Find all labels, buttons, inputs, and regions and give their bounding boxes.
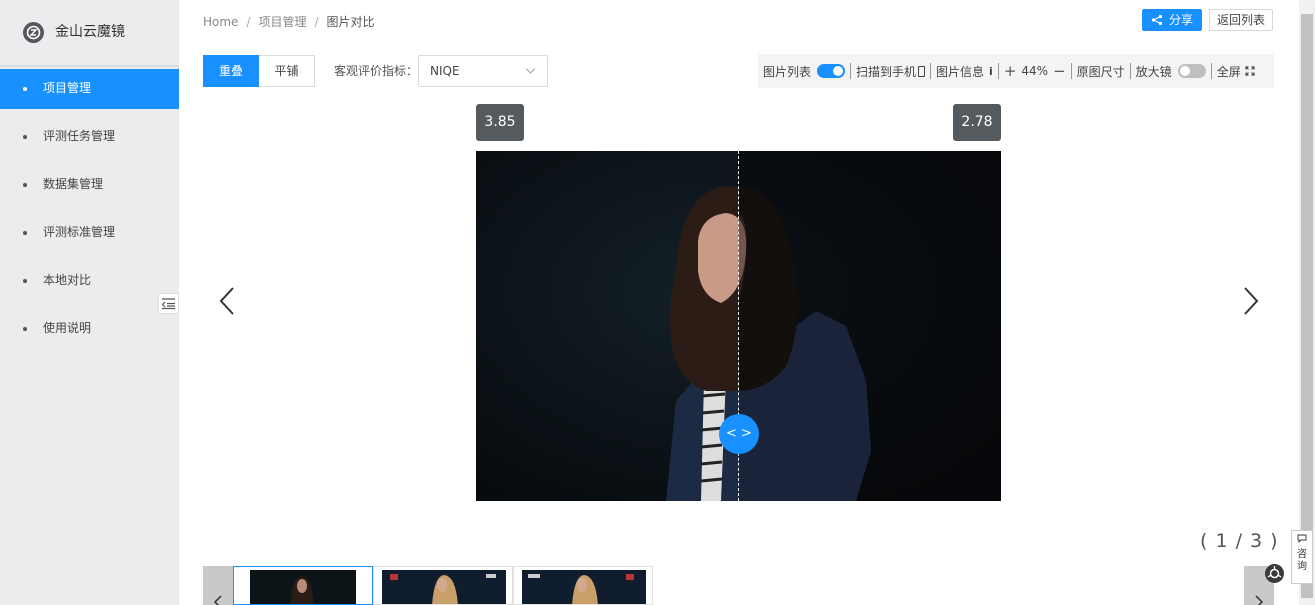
- share-label: 分享: [1169, 13, 1194, 27]
- magnifier-switch[interactable]: [1177, 64, 1206, 78]
- breadcrumb-separator: /: [314, 15, 319, 29]
- sidebar-item-label: 本地对比: [43, 273, 92, 287]
- overlay-mode-button[interactable]: 重叠: [203, 55, 259, 87]
- thumbnail-3[interactable]: [513, 566, 653, 605]
- expand-icon: [1245, 66, 1255, 76]
- magnifier-label: 放大镜: [1135, 64, 1172, 79]
- sidebar-item-local-compare[interactable]: 本地对比: [0, 261, 179, 309]
- logo[interactable]: 金山云魔镜: [0, 0, 179, 66]
- sidebar-item-evaluation-tasks[interactable]: 评测任务管理: [0, 117, 179, 165]
- chevron-down-icon: [525, 68, 536, 74]
- app-root: 金山云魔镜 项目管理 评测任务管理 数据集管理 评测标准管理 本地对比 使用说明…: [0, 0, 1315, 605]
- breadcrumb-projects[interactable]: 项目管理: [258, 15, 306, 29]
- divider: [0, 65, 179, 67]
- split-drag-handle[interactable]: < >: [719, 414, 759, 454]
- share-icon: [1151, 14, 1163, 26]
- chat-icon: [1297, 534, 1307, 544]
- image-info-label: 图片信息: [936, 64, 985, 79]
- bullet-icon: [23, 135, 27, 139]
- metric-label: 客观评价指标：: [334, 64, 419, 78]
- logo-icon: [23, 22, 44, 43]
- thumbnail-image: [250, 570, 356, 604]
- switch-knob: [833, 66, 844, 76]
- original-size-button[interactable]: 原图尺寸: [1072, 54, 1130, 88]
- tile-mode-button[interactable]: 平铺: [259, 55, 315, 87]
- sidebar-item-datasets[interactable]: 数据集管理: [0, 165, 179, 213]
- sidebar-item-label: 数据集管理: [43, 177, 104, 191]
- chevron-left-icon[interactable]: [216, 285, 240, 317]
- right-score-badge: 2.78: [953, 104, 1001, 141]
- sidebar-item-label: 项目管理: [43, 81, 92, 95]
- image-list-switch[interactable]: [817, 64, 846, 78]
- thumbnail-2[interactable]: [373, 566, 513, 605]
- phone-icon: [918, 65, 926, 77]
- bullet-icon: [23, 87, 27, 91]
- compare-mode-toggle: 重叠 平铺: [203, 55, 315, 87]
- image-toolbar: 图片列表 扫描到手机 图片信息 i + 44% − 原图尺寸 放大镜 全屏: [758, 54, 1274, 88]
- zoom-out-button[interactable]: −: [1053, 64, 1066, 79]
- image-info-button[interactable]: 图片信息 i: [931, 54, 998, 88]
- thumbnail-image: [382, 570, 506, 604]
- scan-label: 扫描到手机: [856, 64, 917, 79]
- bullet-icon: [23, 183, 27, 187]
- consult-label: 咨询: [1297, 549, 1307, 572]
- breadcrumb: Home / 项目管理 / 图片对比: [203, 13, 375, 31]
- chevron-left-icon: [213, 595, 222, 605]
- zoom-in-button[interactable]: +: [1004, 64, 1017, 79]
- back-to-list-button[interactable]: 返回列表: [1209, 9, 1273, 31]
- bullet-icon: [23, 231, 27, 235]
- image-list-toggle[interactable]: 图片列表: [758, 54, 850, 88]
- logo-text: 金山云魔镜: [55, 24, 125, 40]
- thumbnail-image: [522, 570, 646, 604]
- metric-value: NIQE: [430, 64, 460, 78]
- thumbnail-1[interactable]: [233, 566, 373, 605]
- menu-collapse-icon[interactable]: [158, 293, 179, 314]
- sidebar-menu: 项目管理 评测任务管理 数据集管理 评测标准管理 本地对比 使用说明: [0, 69, 179, 357]
- consult-button[interactable]: 咨询: [1291, 530, 1313, 584]
- image-list-label: 图片列表: [763, 64, 812, 79]
- share-button[interactable]: 分享: [1142, 9, 1202, 31]
- scan-to-phone-button[interactable]: 扫描到手机: [851, 54, 930, 88]
- bullet-icon: [23, 279, 27, 283]
- breadcrumb-home[interactable]: Home: [203, 15, 238, 29]
- switch-knob: [1179, 66, 1190, 76]
- breadcrumb-separator: /: [246, 15, 251, 29]
- pagination-indicator: ( 1 / 3 ): [1200, 530, 1279, 552]
- sidebar-item-evaluation-standards[interactable]: 评测标准管理: [0, 213, 179, 261]
- fullscreen-label: 全屏: [1216, 64, 1241, 79]
- zoom-level: 44%: [1021, 64, 1049, 78]
- metric-select[interactable]: NIQE: [418, 55, 548, 87]
- breadcrumb-current: 图片对比: [326, 15, 375, 29]
- sidebar-item-project-management[interactable]: 项目管理: [0, 69, 179, 109]
- browser-extension-icon[interactable]: [1265, 564, 1284, 583]
- zoom-control: + 44% −: [999, 54, 1071, 88]
- fullscreen-button[interactable]: 全屏: [1212, 54, 1260, 88]
- scrollbar-thumb[interactable]: [1301, 14, 1313, 598]
- sidebar-item-label: 使用说明: [43, 321, 92, 335]
- chevron-right-icon[interactable]: [1238, 285, 1262, 317]
- sidebar-item-label: 评测任务管理: [43, 129, 116, 143]
- sidebar-item-label: 评测标准管理: [43, 225, 116, 239]
- sidebar: 金山云魔镜 项目管理 评测任务管理 数据集管理 评测标准管理 本地对比 使用说明: [0, 0, 179, 605]
- info-icon: i: [989, 64, 993, 78]
- bullet-icon: [23, 327, 27, 331]
- left-score-badge: 3.85: [476, 104, 524, 141]
- sidebar-item-usage-guide[interactable]: 使用说明: [0, 309, 179, 357]
- thumbnail-prev-button[interactable]: [203, 566, 233, 605]
- magnifier-toggle[interactable]: 放大镜: [1131, 54, 1211, 88]
- original-size-label: 原图尺寸: [1076, 64, 1125, 79]
